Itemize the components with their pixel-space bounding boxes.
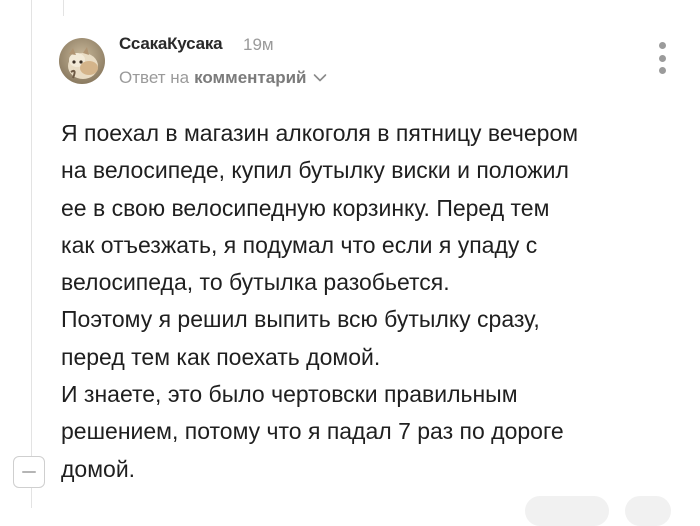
minus-icon	[22, 471, 36, 473]
reply-to-link[interactable]: Ответ на комментарий	[119, 68, 327, 88]
collapse-thread-button[interactable]	[13, 456, 45, 488]
reply-target: комментарий	[194, 68, 307, 87]
action-button[interactable]	[625, 496, 671, 526]
comment-menu-button[interactable]	[652, 42, 672, 74]
vertical-dots-icon	[658, 42, 666, 49]
comment-paragraph: И знаете, это было чертовски правильным …	[61, 381, 564, 482]
parent-thread-line	[63, 0, 64, 16]
menu-dot	[658, 67, 666, 74]
reply-prefix: Ответ на	[119, 68, 190, 87]
menu-dot	[658, 54, 666, 62]
comment-author[interactable]: СсакаКусака	[119, 34, 223, 54]
avatar-image	[59, 38, 105, 84]
thread-line	[31, 0, 32, 508]
avatar[interactable]	[59, 38, 105, 84]
comment-body: Я поехал в магазин алкоголя в пятницу ве…	[61, 115, 681, 488]
comment-paragraph: Поэтому я решил выпить всю бутылку сразу…	[61, 306, 540, 370]
comment-timestamp: 19м	[243, 35, 274, 54]
comment-paragraph: Я поехал в магазин алкоголя в пятницу ве…	[61, 120, 579, 296]
chevron-down-icon	[313, 68, 327, 88]
action-button[interactable]	[525, 496, 609, 526]
